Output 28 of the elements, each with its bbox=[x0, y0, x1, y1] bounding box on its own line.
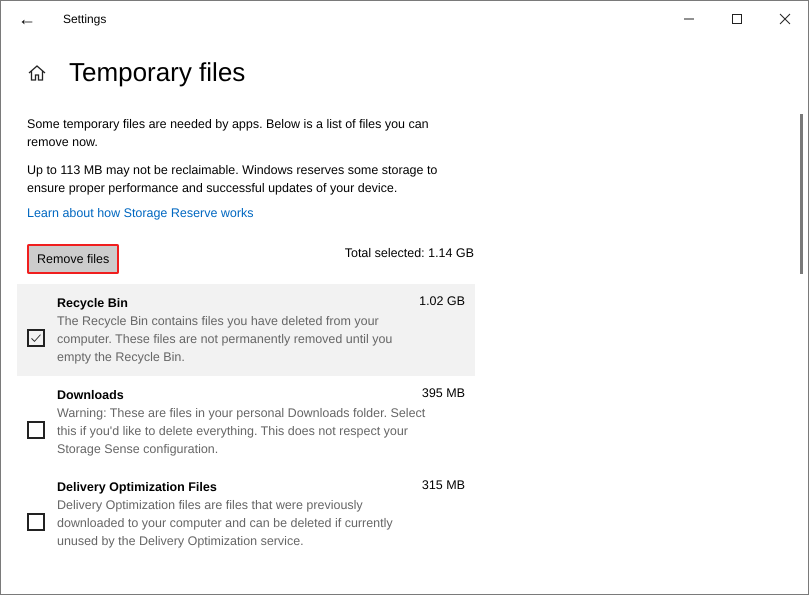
scrollbar[interactable] bbox=[800, 114, 803, 274]
window-title: Settings bbox=[63, 12, 106, 26]
category-name: Recycle Bin bbox=[57, 295, 128, 312]
total-selected: Total selected: 1.14 GB bbox=[344, 246, 474, 260]
close-icon[interactable] bbox=[779, 13, 791, 25]
back-button[interactable]: ← bbox=[1, 8, 53, 30]
info-paragraph: Some temporary files are needed by apps. Below is a list of files you can remove now. bbox=[27, 116, 430, 151]
checkbox[interactable] bbox=[27, 329, 45, 347]
check-icon bbox=[30, 332, 42, 344]
page-title: Temporary files bbox=[69, 57, 246, 88]
storage-reserve-link[interactable]: Learn about how Storage Reserve works bbox=[27, 206, 254, 220]
info-paragraph: Up to 113 MB may not be reclaimable. Windows reserves some storage to ensure proper performance and successful updates of your device. bbox=[27, 162, 438, 197]
file-category-row[interactable]: Recycle Bin 1.02 GB The Recycle Bin contains files you have deleted from your computer. These files are not permanently removed until you empty the Recycle Bin. bbox=[17, 284, 475, 376]
category-description: The Recycle Bin contains files you have deleted from your computer. These files are not permanently removed until you empty the Recycle Bin. bbox=[57, 313, 394, 366]
file-category-row[interactable]: Delivery Optimization Files 315 MB Delivery Optimization files are files that were previously downloaded to your computer and can be deleted if currently unused by the Delivery Optimization service. bbox=[17, 468, 475, 560]
category-size: 395 MB bbox=[422, 386, 465, 402]
checkbox[interactable] bbox=[27, 513, 45, 531]
remove-files-button[interactable]: Remove files bbox=[27, 244, 120, 274]
category-description: Warning: These are files in your personal Downloads folder. Select this if you'd like to delete everything. This does not respect your Storage Sense configuration. bbox=[57, 405, 426, 458]
category-name: Downloads bbox=[57, 387, 124, 404]
category-description: Delivery Optimization files are files that were previously downloaded to your computer and can be deleted if currently unused by the Delivery Optimization service. bbox=[57, 497, 394, 550]
checkbox[interactable] bbox=[27, 421, 45, 439]
category-name: Delivery Optimization Files bbox=[57, 479, 217, 496]
maximize-icon[interactable] bbox=[731, 13, 743, 25]
file-category-row[interactable]: Downloads 395 MB Warning: These are files in your personal Downloads folder. Select this if you'd like to delete everything. This does not respect your Storage Sense configuration. bbox=[17, 376, 475, 468]
category-size: 1.02 GB bbox=[419, 294, 465, 310]
home-icon[interactable] bbox=[27, 62, 47, 82]
category-size: 315 MB bbox=[422, 478, 465, 494]
